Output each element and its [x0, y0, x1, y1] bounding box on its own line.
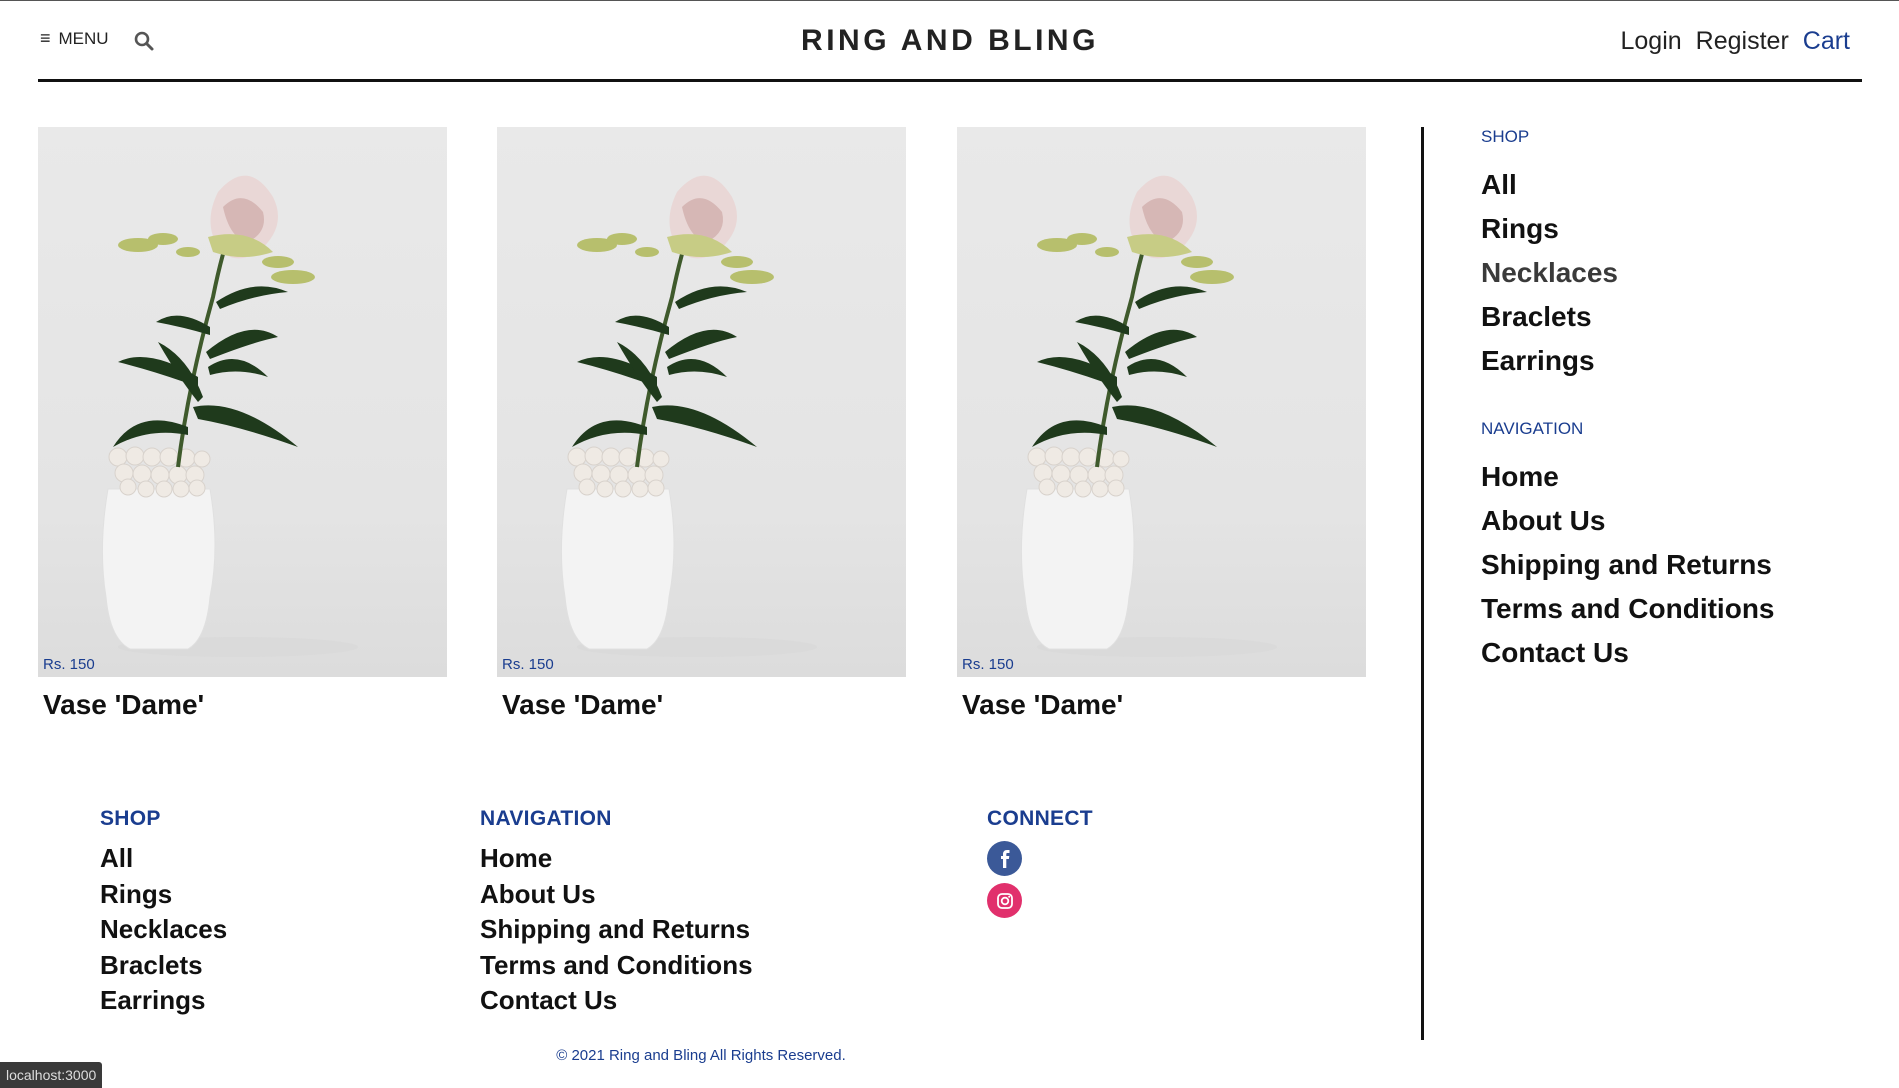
register-link[interactable]: Register [1696, 27, 1789, 56]
side-nav-list: Home About Us Shipping and Returns Terms… [1481, 461, 1861, 669]
footer-shop-item-rings[interactable]: Rings [100, 877, 227, 913]
facebook-icon[interactable] [987, 841, 1022, 876]
footer-nav-column: NAVIGATION Home About Us Shipping and Re… [480, 807, 753, 1019]
footer-connect-column: CONNECT [987, 807, 1093, 925]
side-shop-item-earrings[interactable]: Earrings [1481, 345, 1861, 377]
copyright-text: © 2021 Ring and Bling All Rights Reserve… [556, 1047, 846, 1064]
product-grid: Rs. 150 Vase 'Dame' Rs. 150 Vase 'Dame' [38, 127, 1368, 747]
instagram-icon[interactable] [987, 883, 1022, 918]
side-shop-item-braclets[interactable]: Braclets [1481, 301, 1861, 333]
site-footer: SHOP All Rings Necklaces Braclets Earrin… [0, 807, 1421, 1088]
login-link[interactable]: Login [1621, 27, 1682, 56]
side-shop-item-all[interactable]: All [1481, 169, 1861, 201]
footer-shop-item-all[interactable]: All [100, 841, 227, 877]
product-image[interactable] [497, 127, 906, 677]
brand-link[interactable]: RING AND BLING [801, 24, 1099, 57]
menu-label: MENU [58, 28, 109, 48]
side-nav-item-home[interactable]: Home [1481, 461, 1861, 493]
product-card[interactable]: Rs. 150 Vase 'Dame' [957, 127, 1366, 721]
product-image[interactable] [38, 127, 447, 677]
search-icon[interactable] [133, 30, 155, 52]
side-nav-item-about[interactable]: About Us [1481, 505, 1861, 537]
status-bar-url: localhost:3000 [0, 1062, 103, 1088]
footer-shop-heading: SHOP [100, 807, 161, 830]
product-price: Rs. 150 [962, 656, 1014, 673]
side-menu: SHOP All Rings Necklaces Braclets Earrin… [1481, 127, 1861, 681]
product-card[interactable]: Rs. 150 Vase 'Dame' [38, 127, 447, 721]
side-shop-list: All Rings Necklaces Braclets Earrings [1481, 169, 1861, 377]
side-shop-item-rings[interactable]: Rings [1481, 213, 1861, 245]
cart-link[interactable]: Cart [1803, 27, 1850, 56]
brand-title: RING AND BLING [38, 24, 1862, 58]
footer-nav-item-shipping[interactable]: Shipping and Returns [480, 912, 753, 948]
account-links: Login Register Cart [1621, 27, 1851, 56]
side-nav-item-terms[interactable]: Terms and Conditions [1481, 593, 1861, 625]
footer-shop-column: SHOP All Rings Necklaces Braclets Earrin… [100, 807, 227, 1019]
footer-connect-heading: CONNECT [987, 807, 1093, 830]
footer-nav-item-home[interactable]: Home [480, 841, 753, 877]
product-title[interactable]: Vase 'Dame' [43, 689, 447, 721]
product-image[interactable] [957, 127, 1366, 677]
footer-nav-heading: NAVIGATION [480, 807, 612, 830]
side-divider [1421, 127, 1424, 1040]
menu-button[interactable]: ≡ MENU [40, 28, 109, 49]
footer-shop-item-earrings[interactable]: Earrings [100, 983, 227, 1019]
footer-nav-item-about[interactable]: About Us [480, 877, 753, 913]
side-nav-heading: NAVIGATION [1481, 419, 1584, 438]
product-title[interactable]: Vase 'Dame' [502, 689, 906, 721]
product-title[interactable]: Vase 'Dame' [962, 689, 1366, 721]
site-header: ≡ MENU RING AND BLING Login Register Car… [38, 1, 1862, 82]
footer-shop-item-braclets[interactable]: Braclets [100, 948, 227, 984]
side-shop-heading: SHOP [1481, 127, 1530, 146]
side-shop-item-necklaces[interactable]: Necklaces [1481, 257, 1861, 289]
product-card[interactable]: Rs. 150 Vase 'Dame' [497, 127, 906, 721]
product-price: Rs. 150 [43, 656, 95, 673]
side-nav-item-contact[interactable]: Contact Us [1481, 637, 1861, 669]
product-price: Rs. 150 [502, 656, 554, 673]
hamburger-icon: ≡ [40, 28, 51, 48]
footer-nav-item-terms[interactable]: Terms and Conditions [480, 948, 753, 984]
footer-nav-item-contact[interactable]: Contact Us [480, 983, 753, 1019]
side-nav-item-shipping[interactable]: Shipping and Returns [1481, 549, 1861, 581]
footer-shop-item-necklaces[interactable]: Necklaces [100, 912, 227, 948]
